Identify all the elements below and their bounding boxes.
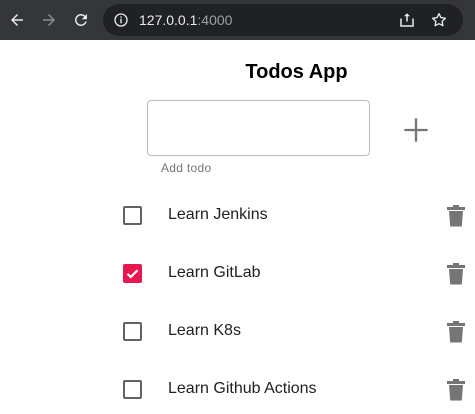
reload-button[interactable] — [68, 7, 94, 33]
todo-item: Learn Jenkins — [0, 186, 475, 244]
trash-icon — [447, 321, 465, 343]
todo-text: Learn Github Actions — [168, 380, 317, 397]
add-todo-input[interactable] — [147, 100, 370, 156]
reload-icon — [74, 13, 87, 26]
todo-text: Learn K8s — [168, 322, 241, 339]
url-port: :4000 — [197, 12, 233, 28]
delete-todo-button[interactable] — [445, 378, 467, 402]
todo-checkbox[interactable] — [123, 380, 142, 399]
todo-checkbox[interactable] — [123, 206, 142, 225]
url-host: 127.0.0.1 — [139, 12, 198, 28]
forward-button[interactable] — [36, 7, 62, 33]
trash-icon — [447, 379, 465, 401]
add-todo-helper-text: Add todo — [161, 161, 212, 175]
forward-arrow-icon — [43, 14, 55, 26]
plus-icon — [404, 118, 428, 142]
delete-todo-button[interactable] — [445, 262, 467, 286]
back-button[interactable] — [4, 7, 30, 33]
todo-checkbox[interactable] — [123, 322, 142, 341]
url-text: 127.0.0.1:4000 — [139, 11, 232, 29]
trash-icon — [447, 263, 465, 285]
address-bar[interactable]: 127.0.0.1:4000 — [103, 4, 463, 36]
checkmark-icon — [126, 269, 139, 279]
todo-item: Learn K8s — [0, 302, 475, 360]
todo-item: Learn Github Actions — [0, 360, 475, 414]
add-todo-button[interactable] — [398, 112, 434, 148]
todo-text: Learn GitLab — [168, 264, 261, 281]
delete-todo-button[interactable] — [445, 204, 467, 228]
todo-checkbox[interactable] — [123, 264, 142, 283]
todo-text: Learn Jenkins — [168, 206, 268, 223]
back-arrow-icon — [11, 14, 23, 26]
share-icon[interactable] — [398, 11, 416, 29]
page-title: Todos App — [245, 61, 348, 83]
delete-todo-button[interactable] — [445, 320, 467, 344]
trash-icon — [447, 205, 465, 227]
star-icon[interactable] — [430, 11, 448, 29]
todo-item: Learn GitLab — [0, 244, 475, 302]
info-icon[interactable] — [113, 12, 129, 28]
browser-toolbar: 127.0.0.1:4000 — [0, 0, 475, 40]
